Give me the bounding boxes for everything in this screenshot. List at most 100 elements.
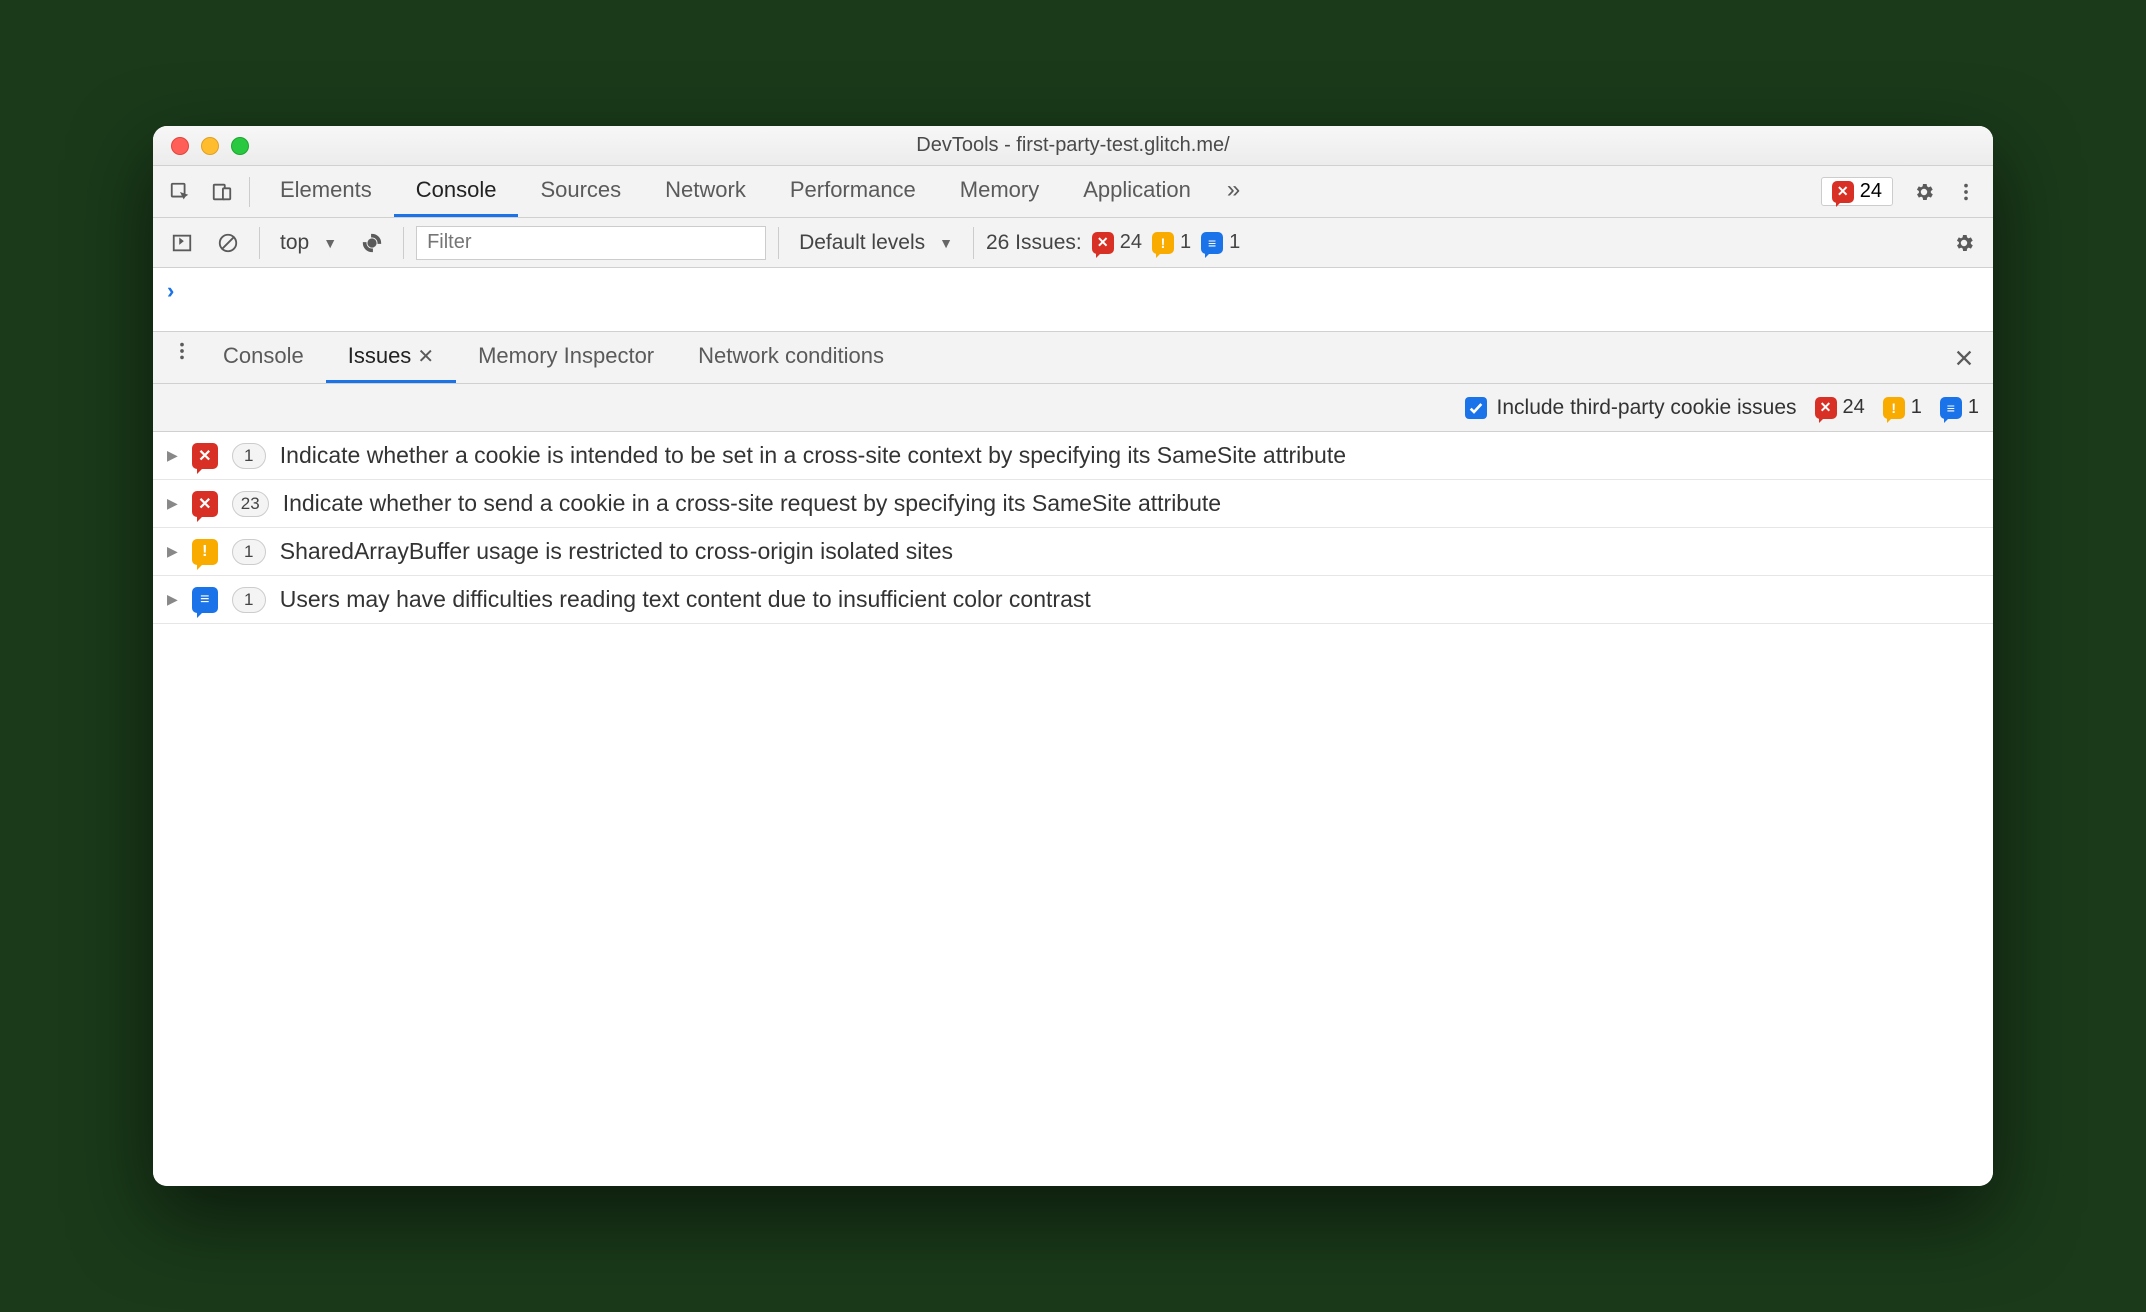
top-error-count: 24 [1860,180,1882,203]
tab-label: Performance [790,177,916,203]
drawer-more-menu-icon[interactable] [163,332,201,370]
levels-label: Default levels [799,231,925,255]
drawer-tab-list: Console Issues✕ Memory Inspector Network co… [201,332,906,383]
error-icon: ✕ [192,443,218,469]
titlebar: DevTools - first-party-test.glitch.me/ [153,126,1993,166]
issue-title: SharedArrayBuffer usage is restricted to… [280,538,953,565]
window-minimize-button[interactable] [201,137,219,155]
context-label: top [280,231,309,255]
drawer-close-button[interactable] [1945,332,1983,383]
divider [249,177,250,207]
close-tab-icon[interactable]: ✕ [417,344,434,369]
expand-triangle-icon: ▶ [167,447,178,464]
warn-count: 1 [1180,231,1191,254]
tab-label: Issues [348,343,412,369]
warn-count: 1 [1911,396,1922,419]
issue-row[interactable]: ▶≡1Users may have difficulties reading t… [153,576,1993,624]
issue-row[interactable]: ▶ ✕ 23 Indicate whether to send a cookie in… [153,480,1993,528]
tab-memory[interactable]: Memory [938,166,1061,217]
tab-console[interactable]: Console [394,166,519,217]
tabs-overflow-button[interactable]: » [1213,166,1254,217]
context-selector[interactable]: top ▼ [272,231,345,255]
issues-label: 26 Issues: [986,231,1082,255]
filter-input[interactable] [416,226,766,260]
traffic-lights [153,137,249,155]
third-party-cookie-toggle[interactable]: Include third-party cookie issues [1465,396,1797,420]
tab-label: Memory [960,177,1039,203]
tab-label: Application [1083,177,1191,203]
issues-summary[interactable]: 26 Issues: ✕24 !1 ≡1 [986,231,1240,255]
tab-performance[interactable]: Performance [768,166,938,217]
inspect-element-icon[interactable] [161,173,199,211]
checkbox-checked-icon [1465,397,1487,419]
console-prompt-icon: › [167,278,174,303]
issue-row[interactable]: ▶! 1 SharedArrayBuffer usage is restricted… [153,528,1993,576]
warning-icon: ! [1883,397,1905,419]
tab-application[interactable]: Application [1061,166,1213,217]
issue-title: Indicate whether a cookie is intended to… [280,442,1346,469]
issues-warn-chip[interactable]: !1 [1883,396,1922,419]
window-close-button[interactable] [171,137,189,155]
issue-title: Users may have difficulties reading text… [280,586,1091,613]
chevron-down-icon: ▼ [323,235,337,251]
info-count: 1 [1229,231,1240,254]
live-expression-icon[interactable] [353,224,391,262]
overflow-glyph: » [1227,176,1240,204]
issue-title: Indicate whether to send a cookie in a c… [283,490,1221,517]
issues-info-chip[interactable]: ≡1 [1940,396,1979,419]
drawer-tab-memory-inspector[interactable]: Memory Inspector [456,332,676,383]
issue-row[interactable]: ▶ ✕ 1 Indicate whether a cookie is intended… [153,432,1993,480]
settings-gear-icon[interactable] [1905,173,1943,211]
issue-count-pill: 1 [232,443,266,469]
drawer-tab-strip: Console Issues✕ Memory Inspector Network co… [153,332,1993,384]
tab-label: Network conditions [698,343,884,369]
error-icon: ✕ [192,491,218,517]
chevron-down-icon: ▼ [939,235,953,251]
log-levels-selector[interactable]: Default levels ▼ [791,231,961,255]
main-tab-strip: Elements Console Sources Network Performance… [153,166,1993,218]
window-title: DevTools - first-party-test.glitch.me/ [153,134,1993,157]
checkbox-label: Include third-party cookie issues [1497,396,1797,420]
warn-icon: ! [192,539,218,565]
info-icon: ≡ [192,587,218,613]
main-tab-list: Elements Console Sources Network Performance… [258,166,1213,217]
error-icon: ✕ [1832,181,1854,203]
issue-count-pill: 1 [232,539,266,565]
console-output[interactable]: › [153,268,1993,332]
info-icon: ≡ [1940,397,1962,419]
expand-triangle-icon: ▶ [167,495,178,512]
expand-triangle-icon: ▶ [167,591,178,608]
tab-label: Sources [540,177,621,203]
info-icon: ≡ [1201,232,1223,254]
expand-triangle-icon: ▶ [167,543,178,560]
drawer-tab-network-conditions[interactable]: Network conditions [676,332,906,383]
tab-elements[interactable]: Elements [258,166,394,217]
warning-icon: ! [1152,232,1174,254]
device-toolbar-icon[interactable] [203,173,241,211]
devtools-window: DevTools - first-party-test.glitch.me/ E… [153,126,1993,1186]
error-icon: ✕ [1815,397,1837,419]
issues-list: ▶ ✕ 1 Indicate whether a cookie is intended… [153,432,1993,1186]
window-zoom-button[interactable] [231,137,249,155]
tab-label: Console [223,343,304,369]
tab-label: Console [416,177,497,203]
console-toolbar: top ▼ Default levels ▼ 26 Issues: ✕24 !1… [153,218,1993,268]
tab-network[interactable]: Network [643,166,768,217]
clear-console-icon[interactable] [209,224,247,262]
show-sidebar-icon[interactable] [163,224,201,262]
drawer-tab-issues[interactable]: Issues✕ [326,332,456,383]
error-count: 24 [1120,231,1142,254]
drawer-tab-console[interactable]: Console [201,332,326,383]
tab-label: Memory Inspector [478,343,654,369]
top-error-badge[interactable]: ✕ 24 [1821,177,1893,206]
tab-label: Elements [280,177,372,203]
tab-sources[interactable]: Sources [518,166,643,217]
tab-label: Network [665,177,746,203]
more-menu-icon[interactable] [1947,173,1985,211]
console-settings-gear-icon[interactable] [1945,224,1983,262]
info-count: 1 [1968,396,1979,419]
error-count: 24 [1843,396,1865,419]
issues-error-chip[interactable]: ✕ 24 [1815,396,1865,419]
issues-toolbar: Include third-party cookie issues ✕24 !1… [153,384,1993,432]
issue-count-pill: 23 [232,491,269,517]
